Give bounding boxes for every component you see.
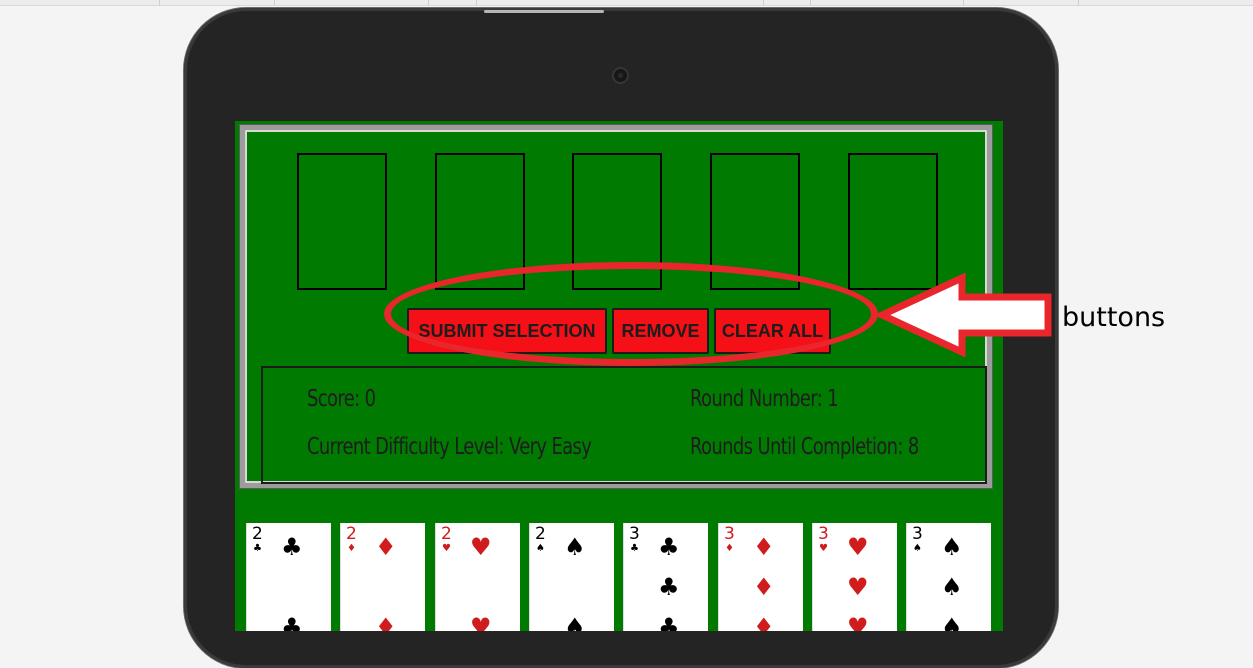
card-rank: 2 (535, 524, 546, 544)
card-suit-pip-icon: ♣ (281, 533, 303, 561)
difficulty-text: Current Difficulty Level: Very Easy (307, 434, 592, 460)
card-suit-pip-icon: ♣ (658, 533, 680, 561)
card-corner-suit-icon: ♠ (536, 543, 545, 554)
top-strip-divider (274, 0, 275, 5)
top-strip-divider (1078, 0, 1079, 5)
card-corner-suit-icon: ♠ (913, 543, 922, 554)
card-suit-pip-icon: ♠ (941, 613, 963, 631)
top-strip-divider (810, 0, 811, 5)
card-suit-pip-icon: ♥ (847, 613, 869, 631)
top-strip-divider (428, 0, 429, 5)
card-suit-pip-icon: ♠ (564, 533, 586, 561)
hand-card[interactable]: 2 ♥ ♥ ♥ (435, 523, 520, 631)
card-slot-1[interactable] (297, 153, 387, 290)
card-corner-suit-icon: ♥ (819, 543, 828, 554)
card-rank: 2 (252, 524, 263, 544)
card-suit-pip-icon: ♦ (753, 533, 775, 561)
card-suit-pip-icon: ♦ (753, 613, 775, 631)
card-suit-pip-icon: ♣ (658, 613, 680, 631)
camera-lens-icon (614, 69, 627, 82)
top-strip-divider (159, 0, 160, 5)
card-corner-suit-icon: ♣ (630, 543, 639, 554)
hand-card[interactable]: 3 ♣ ♣ ♣ ♣ (623, 523, 708, 631)
card-rank: 3 (629, 524, 640, 544)
card-rank: 3 (912, 524, 923, 544)
card-suit-pip-icon: ♥ (470, 533, 492, 561)
annotation-ellipse (384, 262, 878, 366)
annotation-arrow-icon (873, 272, 1052, 358)
game-screen: SUBMIT SELECTION REMOVE CLEAR ALL Score:… (235, 121, 1003, 631)
stats-panel: Score: 0 Round Number: 1 Current Difficu… (261, 366, 987, 484)
card-corner-suit-icon: ♣ (253, 543, 262, 554)
score-text: Score: 0 (307, 386, 376, 412)
card-corner-suit-icon: ♦ (347, 543, 356, 554)
browser-top-strip (0, 0, 1253, 6)
annotation-label: buttons (1062, 302, 1166, 333)
hand-card[interactable]: 2 ♠ ♠ ♠ (529, 523, 614, 631)
tablet-highlight (484, 10, 604, 13)
top-strip-divider (763, 0, 764, 5)
card-suit-pip-icon: ♥ (847, 533, 869, 561)
card-suit-pip-icon: ♣ (658, 573, 680, 601)
top-strip-divider (476, 0, 477, 5)
card-suit-pip-icon: ♠ (941, 533, 963, 561)
card-suit-pip-icon: ♦ (375, 613, 397, 631)
round-number-text: Round Number: 1 (690, 386, 839, 412)
top-strip-divider (963, 0, 964, 5)
card-suit-pip-icon: ♠ (564, 613, 586, 631)
card-rank: 2 (346, 524, 357, 544)
card-suit-pip-icon: ♥ (470, 613, 492, 631)
card-suit-pip-icon: ♠ (941, 573, 963, 601)
hand-card[interactable]: 3 ♥ ♥ ♥ ♥ (812, 523, 897, 631)
card-rank: 3 (818, 524, 829, 544)
card-corner-suit-icon: ♥ (442, 543, 451, 554)
hand-card[interactable]: 2 ♣ ♣ ♣ (246, 523, 331, 631)
card-suit-pip-icon: ♥ (847, 573, 869, 601)
card-suit-pip-icon: ♣ (281, 613, 303, 631)
hand-card[interactable]: 3 ♠ ♠ ♠ ♠ (906, 523, 991, 631)
card-corner-suit-icon: ♦ (725, 543, 734, 554)
hand-card[interactable]: 3 ♦ ♦ ♦ ♦ (718, 523, 803, 631)
card-suit-pip-icon: ♦ (375, 533, 397, 561)
hand-card[interactable]: 2 ♦ ♦ ♦ (340, 523, 425, 631)
rounds-until-completion-text: Rounds Until Completion: 8 (690, 434, 919, 460)
card-rank: 2 (441, 524, 452, 544)
card-rank: 3 (724, 524, 735, 544)
card-suit-pip-icon: ♦ (753, 573, 775, 601)
